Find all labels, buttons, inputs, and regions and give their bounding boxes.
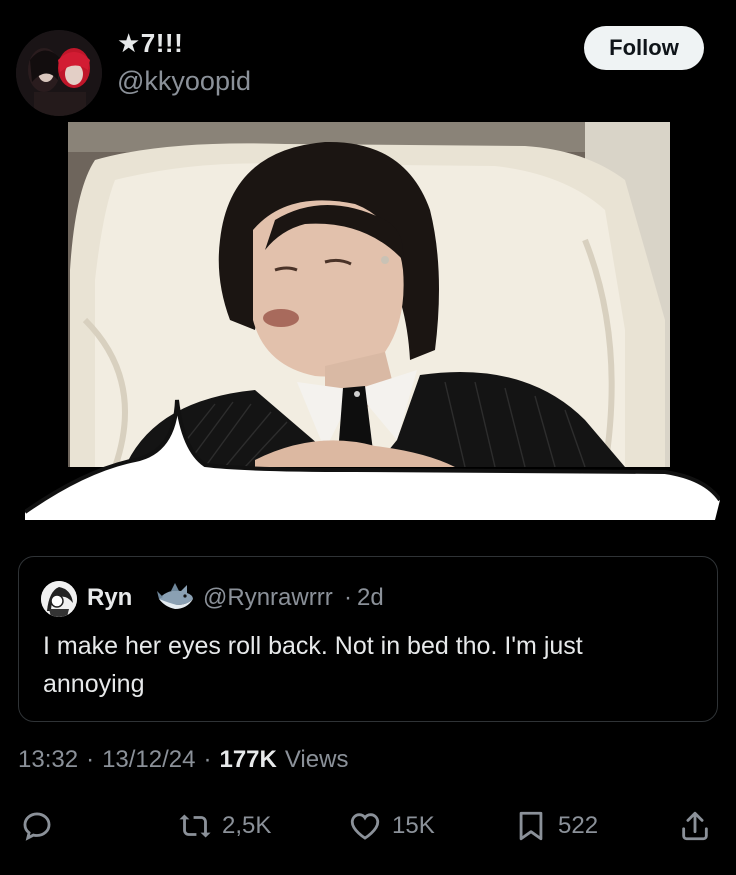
shark-emoji-icon: [157, 581, 195, 615]
like-count: 15K: [392, 812, 435, 839]
author-handle[interactable]: @kkyoopid: [117, 66, 251, 97]
bookmark-icon: [519, 811, 543, 841]
like-button[interactable]: 15K: [348, 806, 435, 846]
quoted-author-name[interactable]: Ryn: [87, 584, 132, 612]
tweet-meta: 13:32 · 13/12/24 · 177K Views: [18, 746, 348, 774]
views-count[interactable]: 177K: [219, 746, 276, 774]
quoted-timestamp[interactable]: 2d: [357, 584, 384, 612]
share-icon: [682, 811, 708, 841]
retweet-icon: [179, 814, 211, 838]
meta-separator: ·: [86, 746, 95, 773]
retweet-count: 2,5K: [222, 812, 272, 839]
meta-separator: ·: [203, 746, 212, 773]
follow-button[interactable]: Follow: [584, 26, 704, 70]
reply-icon: [23, 812, 51, 841]
bookmark-button[interactable]: 522: [514, 806, 598, 846]
quoted-author-handle[interactable]: @Rynrawrrr: [203, 584, 333, 612]
tweet-time[interactable]: 13:32: [18, 746, 78, 774]
quoted-tweet-card[interactable]: Ryn @Rynrawrrr · 2d I make her eyes roll…: [18, 556, 718, 722]
quoted-separator: ·: [344, 584, 352, 611]
tweet-media-image[interactable]: [23, 120, 722, 522]
quoted-author-avatar[interactable]: [41, 581, 77, 617]
heart-icon: [350, 813, 380, 840]
bookmark-count: 522: [558, 812, 599, 839]
author-avatar[interactable]: [16, 30, 102, 116]
share-button[interactable]: [678, 806, 712, 846]
author-display-name[interactable]: ★7!!!: [117, 28, 183, 59]
tweet-date[interactable]: 13/12/24: [102, 746, 195, 774]
retweet-button[interactable]: 2,5K: [178, 806, 271, 846]
quoted-tweet-text: I make her eyes roll back. Not in bed th…: [43, 632, 583, 698]
views-label: Views: [284, 746, 349, 773]
reply-button[interactable]: [20, 806, 54, 846]
photo: [68, 122, 670, 467]
